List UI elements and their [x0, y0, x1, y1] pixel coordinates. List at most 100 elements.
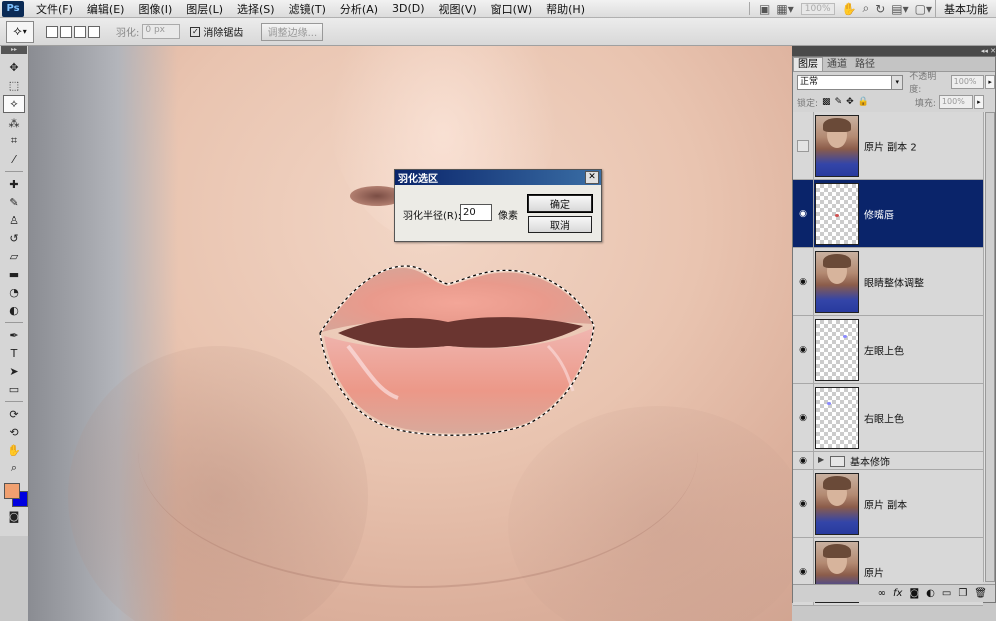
refine-edge-button[interactable]: 调整边缘... [261, 22, 324, 41]
workspace-switcher[interactable]: 基本功能 [935, 0, 996, 17]
quick-mask-icon[interactable]: ◙ [4, 508, 24, 524]
opacity-input[interactable]: 100% [950, 75, 985, 89]
scrollbar-thumb[interactable] [985, 112, 995, 582]
subtract-selection-icon[interactable] [74, 25, 86, 38]
3d-rotate-icon[interactable]: ⟳ [4, 406, 24, 422]
arrange-documents-icon[interactable]: ▦▾ [773, 2, 796, 16]
blur-tool-icon[interactable]: ◔ [4, 284, 24, 300]
layer-row[interactable]: ◉ 原片 副本 [793, 470, 983, 538]
menu-filter[interactable]: 滤镜(T) [282, 1, 333, 17]
menu-help[interactable]: 帮助(H) [539, 1, 592, 17]
layer-row[interactable]: ◉ 眼睛整体调整 [793, 248, 983, 316]
opacity-arrow-icon[interactable]: ▸ [985, 75, 995, 89]
layer-name: 右眼上色 [864, 414, 904, 425]
layer-group-row[interactable]: ◉ ▶ 基本修饰 [793, 452, 983, 470]
history-brush-icon[interactable]: ↺ [4, 230, 24, 246]
panel-dock-header[interactable]: ◂◂ ✕ [792, 46, 996, 56]
layer-thumbnail [815, 251, 859, 313]
menu-separator [749, 2, 751, 15]
menu-layer[interactable]: 图层(L) [179, 1, 230, 17]
hand-tool-icon[interactable]: ✋ [839, 2, 860, 16]
menu-3d[interactable]: 3D(D) [385, 2, 432, 15]
visibility-toggle[interactable]: ◉ [793, 452, 814, 469]
menu-view[interactable]: 视图(V) [432, 1, 484, 17]
eraser-tool-icon[interactable]: ▱ [4, 248, 24, 264]
path-select-icon[interactable]: ➤ [4, 363, 24, 379]
expand-arrow-icon[interactable]: ▶ [818, 455, 824, 464]
ok-button[interactable]: 确定 [527, 194, 593, 213]
toolbox-grip[interactable]: ▸▸ [1, 46, 27, 54]
zoom-level[interactable]: 100% [800, 2, 835, 15]
layer-row-selected[interactable]: ◉ 修嘴唇 [793, 180, 983, 248]
lasso-tool-icon[interactable]: ⟡ [3, 95, 25, 113]
move-tool-icon[interactable]: ✥ [4, 59, 24, 75]
visibility-toggle[interactable]: ◉ [793, 384, 814, 451]
gradient-tool-icon[interactable]: ▬ [4, 266, 24, 282]
blend-mode-select[interactable]: 正常 ▾ [797, 74, 904, 90]
menu-window[interactable]: 窗口(W) [484, 1, 539, 17]
intersect-selection-icon[interactable] [88, 25, 100, 38]
dialog-title[interactable]: 羽化选区 [395, 170, 601, 185]
screen-mode-icon[interactable]: ▤▾ [888, 2, 911, 16]
document-canvas[interactable] [28, 46, 792, 621]
tab-paths[interactable]: 路径 [851, 58, 879, 71]
feather-input[interactable]: 0 px [142, 24, 181, 39]
3d-orbit-icon[interactable]: ⟲ [4, 424, 24, 440]
pen-tool-icon[interactable]: ✒ [4, 327, 24, 343]
bridge-icon[interactable]: ▣ [756, 2, 773, 16]
link-icon[interactable]: ∞ [878, 588, 886, 599]
lock-pixels-icon[interactable]: ✎ [835, 97, 843, 107]
add-selection-icon[interactable] [60, 25, 72, 38]
type-tool-icon[interactable]: T [4, 345, 24, 361]
layer-row[interactable]: ◉ 左眼上色 [793, 316, 983, 384]
zoom-tool-icon[interactable]: ⌕ [859, 1, 872, 16]
visibility-toggle[interactable]: ◉ [793, 248, 814, 315]
menu-file[interactable]: 文件(F) [29, 1, 80, 17]
tab-layers[interactable]: 图层 [793, 57, 823, 71]
eyedropper-tool-icon[interactable]: ⁄ [4, 151, 24, 167]
antialias-checkbox[interactable]: ✓ [190, 26, 201, 37]
layer-row[interactable]: ◉ 右眼上色 [793, 384, 983, 452]
group-icon[interactable]: ▭ [942, 588, 951, 599]
new-layer-icon[interactable]: ❐ [958, 588, 967, 599]
new-selection-icon[interactable] [46, 25, 58, 38]
shape-tool-icon[interactable]: ▭ [4, 381, 24, 397]
tab-channels[interactable]: 通道 [823, 58, 851, 71]
lock-transparency-icon[interactable]: ▩ [822, 97, 831, 107]
menu-image[interactable]: 图像(I) [131, 1, 179, 17]
tool-preset-picker[interactable]: ⟡ ▾ [6, 20, 34, 43]
fill-arrow-icon[interactable]: ▸ [973, 95, 984, 109]
healing-brush-icon[interactable]: ✚ [4, 176, 24, 192]
brush-tool-icon[interactable]: ✎ [4, 194, 24, 210]
dodge-tool-icon[interactable]: ◐ [4, 302, 24, 318]
clone-stamp-icon[interactable]: ♙ [4, 212, 24, 228]
close-icon[interactable]: ✕ [585, 171, 599, 184]
marquee-tool-icon[interactable]: ⬚ [4, 77, 24, 93]
extras-icon[interactable]: ▢▾ [912, 2, 935, 16]
lock-position-icon[interactable]: ✥ [846, 97, 854, 107]
hand-tool-icon[interactable]: ✋ [4, 442, 24, 458]
visibility-toggle[interactable]: ◉ [793, 316, 814, 383]
menu-edit[interactable]: 编辑(E) [80, 1, 132, 17]
visibility-toggle[interactable] [793, 112, 814, 179]
menu-analysis[interactable]: 分析(A) [333, 1, 385, 17]
rotate-view-icon[interactable]: ↻ [872, 2, 888, 16]
fill-input[interactable]: 100% [938, 95, 973, 109]
visibility-toggle[interactable]: ◉ [793, 470, 814, 537]
menu-select[interactable]: 选择(S) [230, 1, 282, 17]
crop-tool-icon[interactable]: ⌗ [4, 133, 24, 149]
options-bar: ⟡ ▾ 羽化: 0 px ✓ 消除锯齿 调整边缘... [0, 18, 996, 46]
mask-icon[interactable]: ◙ [909, 588, 919, 599]
foreground-color-swatch[interactable] [4, 483, 20, 499]
layer-row[interactable]: 原片 副本 2 [793, 112, 983, 180]
trash-icon[interactable]: 🗑 [974, 588, 987, 599]
feather-radius-input[interactable]: 20 [460, 204, 492, 221]
visibility-toggle[interactable]: ◉ [793, 180, 814, 247]
lock-all-icon[interactable]: 🔒 [858, 97, 869, 107]
zoom-tool-icon[interactable]: ⌕ [4, 460, 24, 476]
quick-select-tool-icon[interactable]: ⁂ [4, 115, 24, 131]
layers-scrollbar[interactable] [983, 112, 995, 582]
cancel-button[interactable]: 取消 [528, 216, 592, 233]
fx-icon[interactable]: fx [893, 588, 902, 599]
adjustment-icon[interactable]: ◐ [926, 588, 935, 599]
